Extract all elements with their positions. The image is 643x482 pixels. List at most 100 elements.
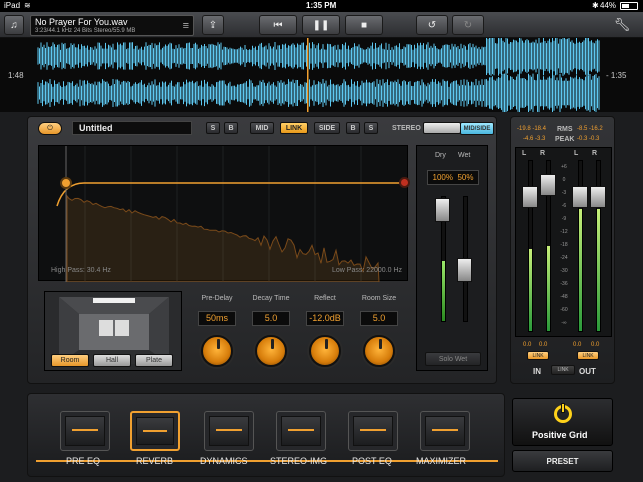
wet-label: Wet [458, 152, 471, 159]
eq-graph[interactable]: High Pass: 30.4 Hz Low Pass: 22000.0 Hz [38, 145, 410, 283]
room-type-plate[interactable]: Plate [135, 354, 173, 367]
param-knob-1[interactable] [255, 335, 287, 367]
elapsed-time: 1:48 [8, 71, 24, 80]
settings-button[interactable]: 🔧︎ [608, 15, 636, 35]
meter-fader-3[interactable] [590, 186, 606, 208]
chain-module-curve [360, 429, 386, 431]
carrier-label: iPad [4, 1, 21, 10]
out-link-button[interactable]: LINK [577, 351, 599, 360]
file-info: No Prayer For You.wav 3:23/44.1 kHz 24 B… [30, 15, 194, 36]
meter-fader-0[interactable] [522, 186, 538, 208]
file-name: No Prayer For You.wav [35, 17, 128, 27]
pause-button[interactable]: ❚❚ [302, 15, 340, 35]
waveform-channel-1 [37, 38, 600, 76]
meter-fader-1[interactable] [540, 174, 556, 196]
stereo-label: STEREO [392, 125, 421, 132]
mix-values: 100% 50% [427, 170, 479, 185]
meter-scale-tick: -24 [560, 255, 568, 261]
param-knob-2[interactable] [309, 335, 341, 367]
meter-scale-tick: -48 [560, 294, 568, 300]
battery-icon [620, 2, 638, 10]
param-label-3: Room Size [361, 295, 397, 302]
meter-fill [529, 249, 532, 331]
chain-module-thumbnail [425, 416, 465, 446]
wet-fader[interactable] [457, 258, 472, 282]
power-button[interactable]: ⏻ [38, 122, 62, 135]
meter-scale-tick: -6 [561, 203, 567, 209]
meter-scale-tick: -12 [560, 229, 568, 235]
chain-module-thumbnail [281, 416, 321, 446]
eq-curve [56, 146, 404, 283]
pause-icon: ❚❚ [312, 19, 330, 31]
in-rms-value: -19.8 -18.4 [517, 126, 547, 132]
chain-module-curve [288, 429, 314, 431]
preset-name[interactable]: Untitled [72, 121, 192, 135]
mode-button-side-4[interactable]: SIDE [314, 122, 340, 134]
out-label: OUT [579, 367, 596, 376]
preset-button[interactable]: PRESET [512, 450, 613, 472]
meter-channel-label-1: R [540, 150, 546, 157]
mode-button-s-0[interactable]: S [206, 122, 220, 134]
skip-back-icon: ⏮ [273, 19, 283, 31]
chain-label-5: MAXIMIZER [416, 456, 467, 466]
chain-module-maximizer[interactable] [420, 411, 470, 451]
chain-label-2: DYNAMICS [200, 456, 248, 466]
room-type-hall[interactable]: Hall [93, 354, 131, 367]
meter-fader-2[interactable] [572, 186, 588, 208]
solo-wet-button[interactable]: Solo Wet [425, 352, 481, 366]
chain-module-pre-eq[interactable] [60, 411, 110, 451]
undo-icon: ↺ [427, 19, 437, 31]
redo-button[interactable]: ↻ [452, 15, 484, 35]
knob-indicator [217, 339, 220, 349]
param-value-0: 50ms [198, 311, 236, 326]
low-pass-handle[interactable] [399, 177, 410, 188]
mode-button-link-3[interactable]: LINK [280, 122, 308, 134]
waveform-display[interactable]: 1:48 - 1:35 [0, 38, 643, 112]
chain-module-reverb[interactable] [130, 411, 180, 451]
chain-module-thumbnail [65, 416, 105, 446]
meter-channel-label-2: L [574, 150, 579, 157]
meter-fill [579, 209, 582, 331]
remaining-time: - 1:35 [606, 71, 627, 80]
chain-module-post-eq[interactable] [348, 411, 398, 451]
battery-percent: 44% [600, 1, 617, 10]
in-link-button[interactable]: LINK [527, 351, 549, 360]
mode-button-b-5[interactable]: B [346, 122, 360, 134]
file-details: 3:23/44.1 kHz 24 Bits Stereo/55.9 MB [35, 28, 136, 34]
param-label-0: Pre-Delay [201, 295, 233, 302]
param-knob-0[interactable] [201, 335, 233, 367]
bluetooth-icon: ✱ [592, 1, 599, 10]
chain-module-thumbnail [136, 417, 174, 445]
meter-scale-tick: -36 [560, 281, 568, 287]
meter-fill [597, 209, 600, 331]
dry-fader[interactable] [435, 198, 450, 222]
mode-button-b-1[interactable]: B [224, 122, 238, 134]
knob-indicator [379, 339, 382, 349]
chain-module-stereo-img[interactable] [276, 411, 326, 451]
param-value-1: 5.0 [252, 311, 290, 326]
wifi-icon: ≋ [24, 1, 31, 10]
skip-back-button[interactable]: ⏮ [259, 15, 297, 35]
reverb-params: Pre-Delay 50ms Decay Time 5.0 Reflect -12.0dB… [188, 291, 410, 371]
power-logo-icon [554, 403, 572, 423]
knob-indicator [271, 339, 274, 349]
room-type-room[interactable]: Room [51, 354, 89, 367]
stop-button[interactable]: ■ [345, 15, 383, 35]
stereo-switch[interactable] [423, 122, 461, 134]
undo-button[interactable]: ↺ [416, 15, 448, 35]
mode-button-s-6[interactable]: S [364, 122, 378, 134]
dry-value: 100% [432, 173, 453, 182]
in-gain-left: 0.0 [523, 342, 532, 348]
param-knob-3[interactable] [363, 335, 395, 367]
chain-module-dynamics[interactable] [204, 411, 254, 451]
mode-button-mid-2[interactable]: MID [250, 122, 274, 134]
master-link-button[interactable]: LINK [551, 365, 575, 375]
param-label-1: Decay Time [252, 295, 290, 302]
param-label-2: Reflect [314, 295, 336, 302]
dry-label: Dry [435, 152, 446, 159]
high-pass-handle[interactable] [60, 177, 72, 189]
menu-icon[interactable]: ≡ [183, 20, 189, 32]
music-library-button[interactable]: ♫ [4, 15, 24, 35]
share-button[interactable]: ⇪ [202, 15, 224, 35]
mid-side-toggle[interactable]: MID/SIDE [460, 122, 494, 135]
